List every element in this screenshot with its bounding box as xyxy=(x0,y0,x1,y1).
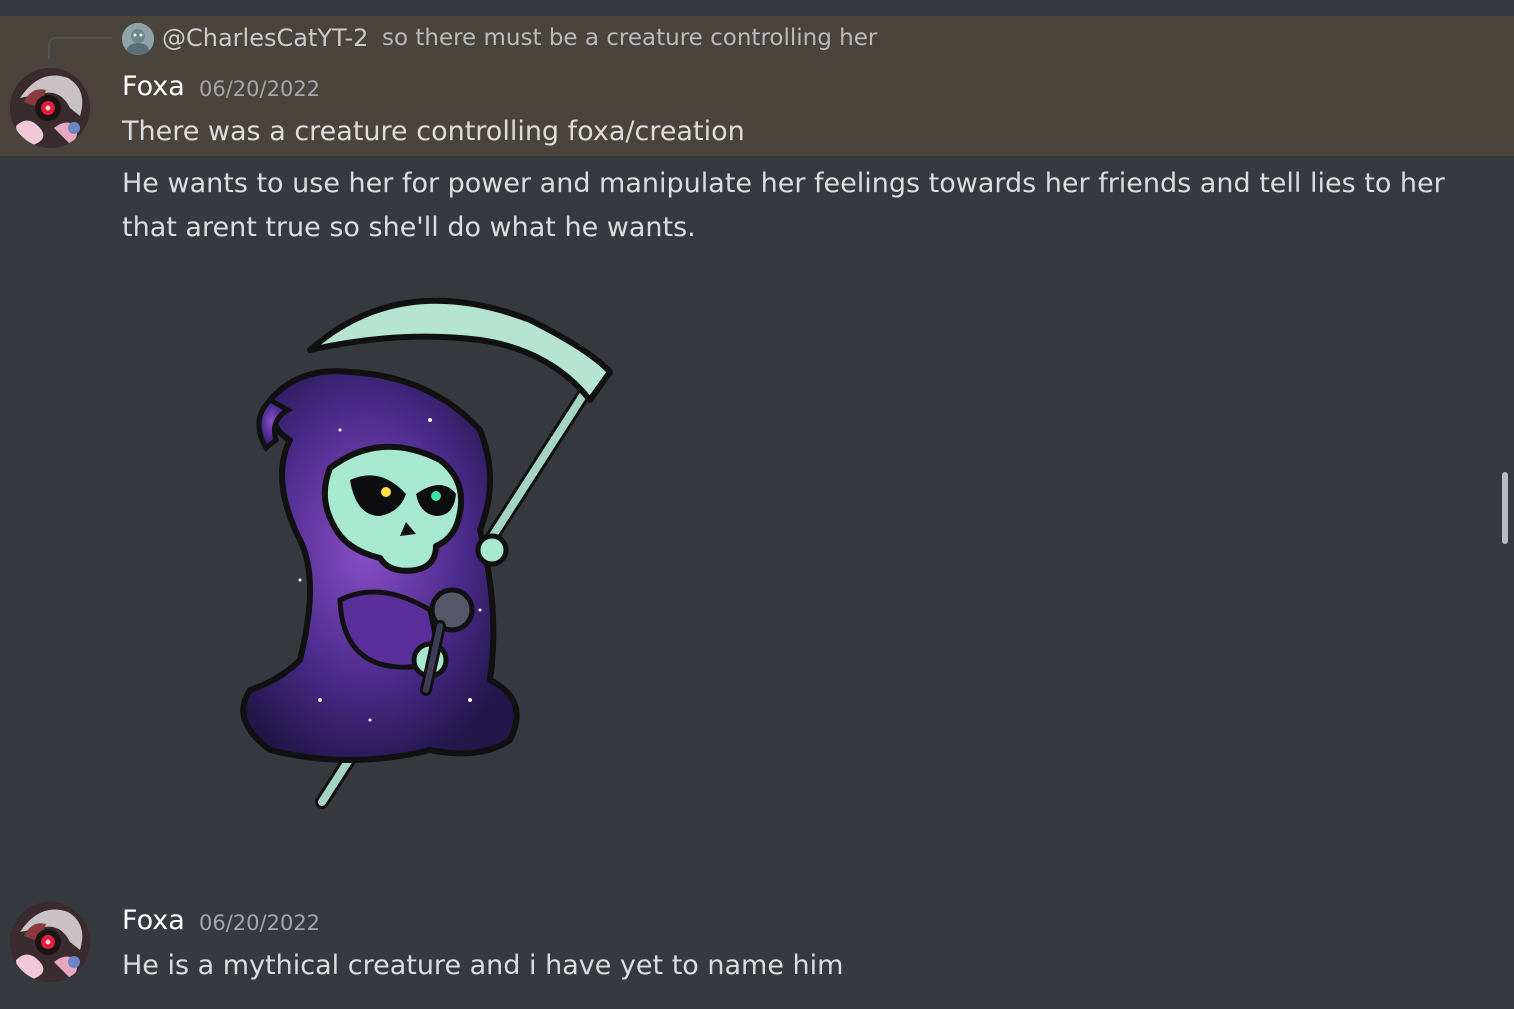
username[interactable]: Foxa xyxy=(122,71,185,102)
message-text: that arent true so she'll do what he wan… xyxy=(122,212,696,243)
timestamp: 06/20/2022 xyxy=(199,77,321,101)
reply-avatar-icon[interactable] xyxy=(122,23,154,55)
avatar[interactable] xyxy=(10,902,90,982)
message-text: He is a mythical creature and i have yet… xyxy=(122,950,844,981)
message-text: There was a creature controlling foxa/cr… xyxy=(122,116,745,147)
scrollbar-thumb[interactable] xyxy=(1502,472,1508,544)
username[interactable]: Foxa xyxy=(122,905,185,936)
reply-spine xyxy=(48,37,112,59)
timestamp: 06/20/2022 xyxy=(199,911,321,935)
reply-preview-text[interactable]: so there must be a creature controlling … xyxy=(382,25,877,51)
reply-author-mention[interactable]: @CharlesCatYT-2 xyxy=(162,24,368,52)
grim-reaper-sticker[interactable] xyxy=(230,280,630,820)
message-text: He wants to use her for power and manipu… xyxy=(122,168,1445,199)
avatar[interactable] xyxy=(10,68,90,148)
channel-top-edge xyxy=(0,0,1514,16)
